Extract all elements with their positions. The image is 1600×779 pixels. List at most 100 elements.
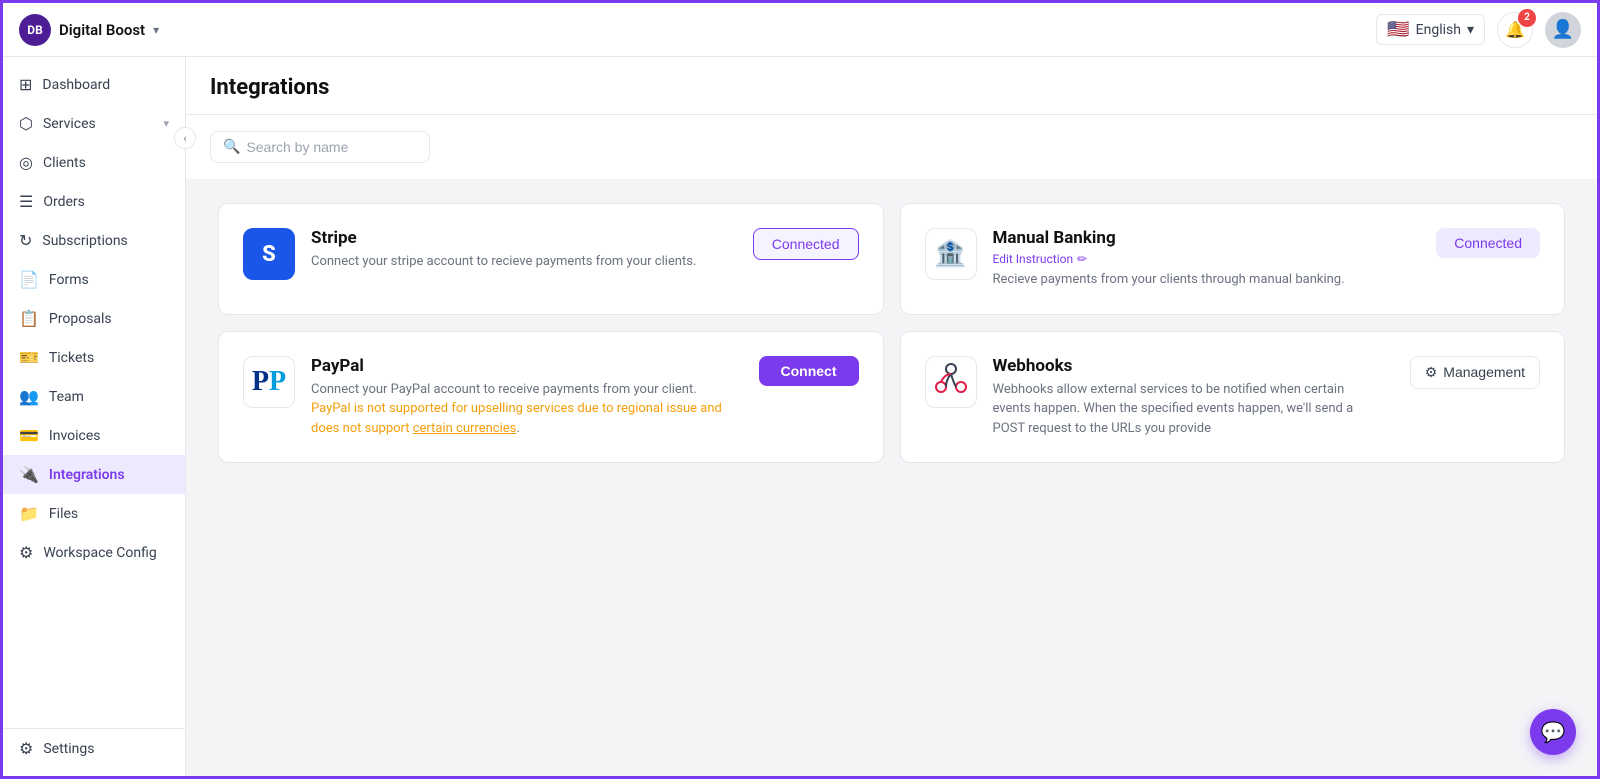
webhooks-management-button[interactable]: ⚙ Management xyxy=(1410,356,1540,389)
webhooks-card-desc: Webhooks allow external services to be n… xyxy=(993,380,1378,439)
webhook-symbol-icon xyxy=(933,361,969,403)
refresh-icon: ↻ xyxy=(19,231,32,250)
pencil-icon: ✏ xyxy=(1077,252,1087,266)
webhooks-card: Webhooks Webhooks allow external service… xyxy=(900,331,1566,464)
manual-banking-card-body: Manual Banking Edit Instruction ✏ Reciev… xyxy=(993,228,1405,290)
cube-icon: ⬡ xyxy=(19,114,33,133)
gear-icon: ⚙ xyxy=(19,739,33,758)
stripe-card-desc: Connect your stripe account to recieve p… xyxy=(311,252,721,272)
sidebar-item-forms[interactable]: 📄 Forms xyxy=(3,260,185,299)
sidebar-item-settings[interactable]: ⚙ Settings xyxy=(3,729,185,768)
sidebar-item-tickets[interactable]: 🎫 Tickets xyxy=(3,338,185,377)
webhooks-action: ⚙ Management xyxy=(1410,356,1540,389)
plug-icon: 🔌 xyxy=(19,465,39,484)
sidebar-item-services[interactable]: ⬡ Services ▾ xyxy=(3,104,185,143)
topbar-right: 🇺🇸 English ▾ 🔔 2 👤 xyxy=(1376,12,1581,48)
webhooks-card-body: Webhooks Webhooks allow external service… xyxy=(993,356,1378,439)
sidebar-item-label: Invoices xyxy=(49,428,169,444)
paypal-card-title: PayPal xyxy=(311,356,727,376)
language-label: English xyxy=(1416,22,1461,38)
bank-icon: 🏦 xyxy=(934,239,966,269)
sidebar: ⊞ Dashboard ⬡ Services ▾ ◎ Clients ☰ Ord… xyxy=(3,57,186,776)
chevron-down-icon[interactable]: ▾ xyxy=(153,23,159,37)
paypal-card-desc: Connect your PayPal account to receive p… xyxy=(311,380,727,439)
banking-icon: 🏦 xyxy=(925,228,977,280)
sidebar-item-label: Services xyxy=(43,116,154,132)
ticket-icon: 🎫 xyxy=(19,348,39,367)
sidebar-item-subscriptions[interactable]: ↻ Subscriptions xyxy=(3,221,185,260)
search-input[interactable] xyxy=(246,139,417,155)
sidebar-item-dashboard[interactable]: ⊞ Dashboard xyxy=(3,65,185,104)
document-icon: 📄 xyxy=(19,270,39,289)
sidebar-item-files[interactable]: 📁 Files xyxy=(3,494,185,533)
language-selector[interactable]: 🇺🇸 English ▾ xyxy=(1376,14,1485,45)
sidebar-item-label: Forms xyxy=(49,272,169,288)
list-icon: ☰ xyxy=(19,192,33,211)
stripe-card: S Stripe Connect your stripe account to … xyxy=(218,203,884,315)
paypal-action: Connect xyxy=(759,356,859,386)
user-icon: 👤 xyxy=(1552,19,1574,40)
manual-banking-connected-button[interactable]: Connected xyxy=(1436,228,1540,258)
sidebar-item-label: Orders xyxy=(43,194,169,210)
brand-avatar: DB xyxy=(19,14,51,46)
manual-banking-action: Connected xyxy=(1436,228,1540,258)
brand-section: DB Digital Boost ▾ xyxy=(19,14,159,46)
sidebar-item-label: Dashboard xyxy=(42,77,169,93)
grid-icon: ⊞ xyxy=(19,75,32,94)
paypal-card-body: PayPal Connect your PayPal account to re… xyxy=(311,356,727,439)
sidebar-footer: ⚙ Settings xyxy=(3,728,185,768)
wallet-icon: 💳 xyxy=(19,426,39,445)
users-icon: 👥 xyxy=(19,387,39,406)
notification-button[interactable]: 🔔 2 xyxy=(1497,12,1533,48)
globe-icon: ◎ xyxy=(19,153,33,172)
stripe-card-body: Stripe Connect your stripe account to re… xyxy=(311,228,721,272)
notification-badge: 2 xyxy=(1518,9,1536,27)
stripe-connected-button[interactable]: Connected xyxy=(753,228,859,260)
paypal-card: PP PayPal Connect your PayPal account to… xyxy=(218,331,884,464)
manual-banking-card: 🏦 Manual Banking Edit Instruction ✏ Reci… xyxy=(900,203,1566,315)
sidebar-item-label: Tickets xyxy=(49,350,169,366)
chevron-down-icon: ▾ xyxy=(163,117,169,130)
settings-icon: ⚙ xyxy=(19,543,33,562)
search-input-wrap: 🔍 xyxy=(210,131,430,163)
chat-fab-button[interactable]: 💬 xyxy=(1530,709,1576,755)
manual-banking-card-title: Manual Banking xyxy=(993,228,1405,248)
sidebar-item-label: Settings xyxy=(43,741,169,757)
brand-name: Digital Boost xyxy=(59,21,145,39)
search-bar-row: 🔍 xyxy=(186,115,1597,179)
folder-icon: 📁 xyxy=(19,504,39,523)
main-content: Integrations 🔍 S Stripe Connect your str… xyxy=(186,57,1597,776)
page-header: Integrations xyxy=(186,57,1597,115)
sidebar-item-label: Clients xyxy=(43,155,169,171)
paypal-connect-button[interactable]: Connect xyxy=(759,356,859,386)
sidebar-item-team[interactable]: 👥 Team xyxy=(3,377,185,416)
stripe-card-title: Stripe xyxy=(311,228,721,248)
page-title: Integrations xyxy=(210,75,1573,114)
paypal-icon: PP xyxy=(243,356,295,408)
flag-icon: 🇺🇸 xyxy=(1387,19,1409,40)
sidebar-item-integrations[interactable]: 🔌 Integrations xyxy=(3,455,185,494)
sidebar-item-label: Files xyxy=(49,506,169,522)
doc-text-icon: 📋 xyxy=(19,309,39,328)
webhooks-card-title: Webhooks xyxy=(993,356,1378,376)
sidebar-item-label: Integrations xyxy=(49,467,169,483)
manual-banking-card-desc: Recieve payments from your clients throu… xyxy=(993,270,1405,290)
user-avatar[interactable]: 👤 xyxy=(1545,12,1581,48)
gear-icon: ⚙ xyxy=(1425,364,1438,381)
sidebar-item-label: Workspace Config xyxy=(43,545,169,561)
paypal-logo-icon: PP xyxy=(252,368,286,396)
search-icon: 🔍 xyxy=(223,139,240,155)
topbar: DB Digital Boost ▾ 🇺🇸 English ▾ 🔔 2 👤 xyxy=(3,3,1597,57)
sidebar-item-proposals[interactable]: 📋 Proposals xyxy=(3,299,185,338)
sidebar-item-clients[interactable]: ◎ Clients xyxy=(3,143,185,182)
chevron-down-icon: ▾ xyxy=(1467,22,1474,38)
certain-currencies-link[interactable]: certain currencies xyxy=(413,421,517,436)
sidebar-item-invoices[interactable]: 💳 Invoices xyxy=(3,416,185,455)
sidebar-collapse-button[interactable]: ‹ xyxy=(174,127,196,149)
sidebar-item-label: Team xyxy=(49,389,169,405)
webhooks-icon xyxy=(925,356,977,408)
sidebar-item-label: Subscriptions xyxy=(42,233,169,249)
sidebar-item-workspace-config[interactable]: ⚙ Workspace Config xyxy=(3,533,185,572)
edit-instruction-link[interactable]: Edit Instruction ✏ xyxy=(993,252,1405,266)
sidebar-item-orders[interactable]: ☰ Orders xyxy=(3,182,185,221)
